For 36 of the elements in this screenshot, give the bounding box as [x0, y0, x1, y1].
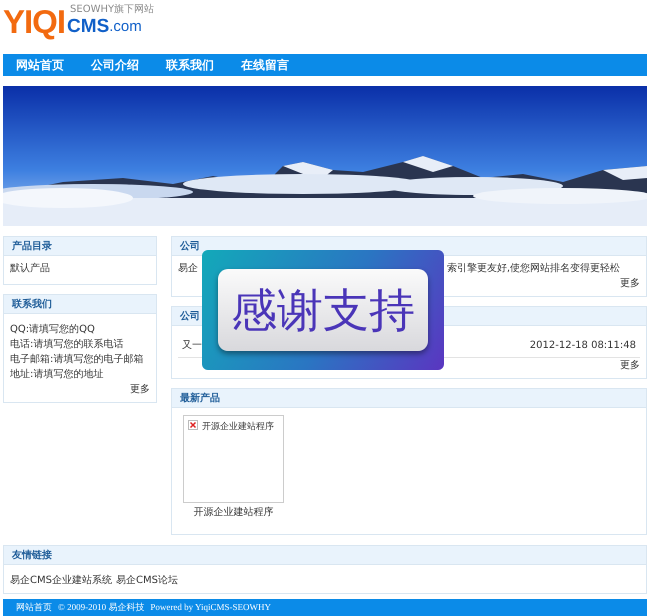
more-link[interactable]: 更多 [620, 360, 640, 371]
intro-text: 易企 [178, 262, 198, 276]
overlay-ad-text: 感谢支持 [218, 269, 428, 351]
sidebar-text: QQ:请填写您的QQ [10, 322, 96, 337]
panel-title: 联系我们 [12, 298, 52, 312]
logo-text: YIQI [3, 4, 66, 40]
panel-title: 友情链接 [12, 548, 52, 562]
more-link[interactable]: 更多 [620, 278, 640, 289]
powered-by-text: Powered by YiqiCMS-SEOWHY [150, 600, 272, 614]
image-alt-text: 开源企业建站程序 [202, 420, 274, 434]
nav-link[interactable]: 网站首页 [16, 56, 64, 74]
logo-text: CMS [67, 16, 110, 38]
nav-link[interactable]: 联系我们 [166, 56, 214, 74]
nav-link[interactable]: 在线留言 [241, 56, 289, 74]
friend-link[interactable]: 易企CMS企业建站系统 [10, 573, 112, 588]
sidebar-text: 电话:请填写您的联系电话 [10, 338, 124, 352]
intro-text: 索引擎更友好,使您网站排名变得更轻松 [446, 262, 620, 276]
news-date: 2012-12-18 08:11:48 [530, 339, 636, 353]
tagline: SEOWHY旗下网站 [70, 4, 154, 16]
panel-title: 公司 [180, 310, 200, 324]
nav-link[interactable]: 公司介绍 [91, 56, 139, 74]
panel-title: 公司 [180, 240, 200, 254]
panel-title: 产品目录 [12, 240, 52, 254]
friend-link[interactable]: 易企CMS论坛 [116, 573, 178, 588]
sidebar-text: 电子邮箱:请填写您的电子邮箱 [10, 352, 144, 367]
sidebar-text: 地址:请填写您的地址 [10, 368, 104, 382]
overlay-ad[interactable]: 感谢支持 [202, 250, 444, 370]
panel-title: 最新产品 [180, 391, 220, 406]
more-link[interactable]: 更多 [130, 384, 150, 395]
logo-text: .com [109, 17, 142, 37]
product-link[interactable]: 开源企业建站程序 [194, 505, 274, 520]
sidebar-text: 默认产品 [10, 262, 51, 276]
broken-image-icon [188, 420, 198, 430]
footer-link[interactable]: 网站首页 [16, 600, 52, 614]
copyright-text: © 2009-2010 易企科技 [58, 600, 144, 614]
news-link[interactable]: 又一 [182, 338, 202, 353]
